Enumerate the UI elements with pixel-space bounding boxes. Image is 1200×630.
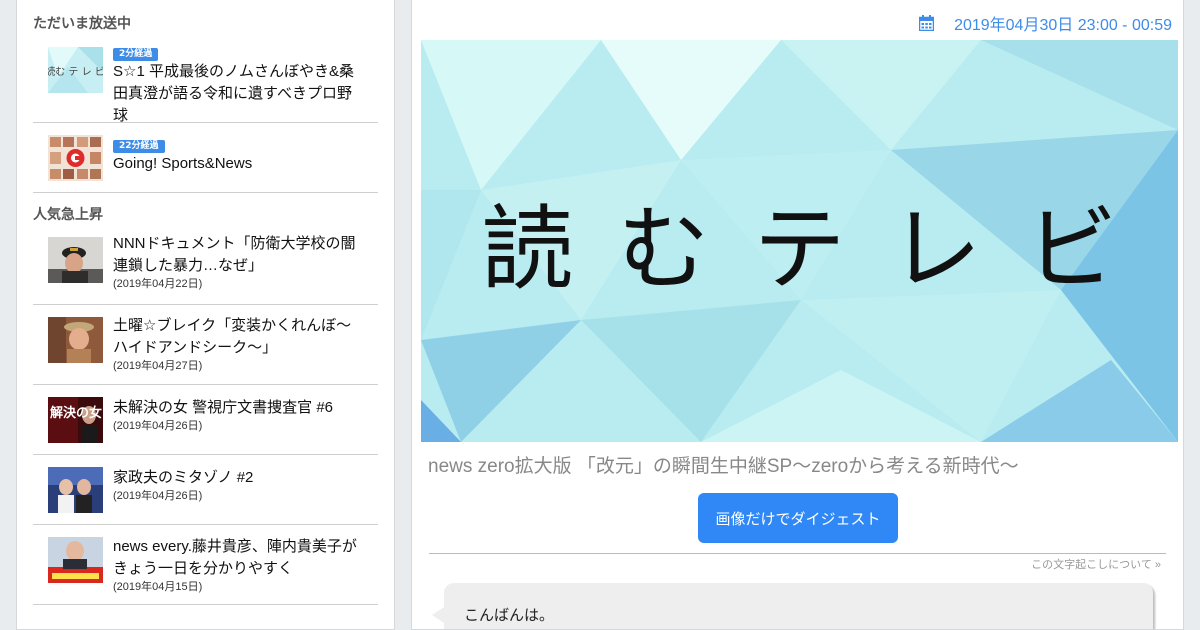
sidebar: ただいま放送中 読む テ レ ビ 2分経過 S☆1 平成最後のノムさんぼやき&桑… xyxy=(16,0,395,630)
logo-char: ビ xyxy=(1025,195,1118,303)
logo-char: む xyxy=(617,195,710,303)
trending-heading: 人気急上昇 xyxy=(33,207,103,223)
program-thumb xyxy=(48,467,103,513)
transcript-bubble: こんばんは。 xyxy=(432,583,1153,629)
digest-button[interactable]: 画像だけでダイジェスト xyxy=(698,493,898,543)
now-on-air-heading: ただいま放送中 xyxy=(33,16,131,32)
program-title: news zero拡大版 「改元」の瞬間生中継SP～zeroから考える新時代～ xyxy=(428,456,1019,477)
list-item[interactable]: 読む テ レ ビ 2分経過 S☆1 平成最後のノムさんぼやき&桑田真澄が語る令和… xyxy=(33,35,378,124)
main-panel: 2019年04月30日 23:00 - 00:59 読 む テ レ ビ news… xyxy=(411,0,1184,630)
program-thumb xyxy=(48,537,103,583)
item-date: (2019年04月26日) xyxy=(113,490,203,502)
item-title[interactable]: 家政夫のミタゾノ #2 xyxy=(113,467,360,489)
logo-char: テ xyxy=(753,195,846,303)
program-thumb xyxy=(48,237,103,283)
going-program-thumb xyxy=(48,135,103,181)
item-title[interactable]: 未解決の女 警視庁文書捜査官 #6 xyxy=(113,397,360,419)
item-date: (2019年04月27日) xyxy=(113,360,203,372)
list-item[interactable]: news every.藤井貴彦、陣内貴美子がきょう一日を分かりやすく (2019… xyxy=(33,525,378,605)
item-date: (2019年04月26日) xyxy=(113,420,203,432)
thumb-text: 解決の女 xyxy=(49,405,102,421)
about-transcript-link[interactable]: この文字起こしについて » xyxy=(1031,556,1161,572)
hero-logo: 読 む テ レ ビ xyxy=(421,40,1178,442)
calendar-icon xyxy=(919,15,935,31)
list-item[interactable]: 解決の女 未解決の女 警視庁文書捜査官 #6 (2019年04月26日) xyxy=(33,385,378,455)
hero-image: 読 む テ レ ビ xyxy=(421,40,1178,442)
item-date: (2019年04月15日) xyxy=(113,581,203,593)
transcript-text: こんばんは。 xyxy=(464,607,555,624)
list-item[interactable]: NNNドキュメント「防衛大学校の闇 連鎖した暴力…なぜ」 (2019年04月22… xyxy=(33,231,378,305)
divider xyxy=(429,553,1166,554)
program-thumb xyxy=(48,317,103,363)
logo-char: レ xyxy=(889,195,982,303)
list-item[interactable]: 22分経過 Going! Sports&News xyxy=(33,123,378,193)
elapsed-badge: 2分経過 xyxy=(113,48,159,61)
list-item[interactable]: 土曜☆ブレイク「変装かくれんぼ～ハイドアンドシーク～」 (2019年04月27日… xyxy=(33,305,378,385)
airtime: 2019年04月30日 23:00 - 00:59 xyxy=(919,12,1172,34)
elapsed-badge: 22分経過 xyxy=(113,140,165,153)
item-title[interactable]: news every.藤井貴彦、陣内貴美子がきょう一日を分かりやすく xyxy=(113,536,360,580)
list-item[interactable]: 家政夫のミタゾノ #2 (2019年04月26日) xyxy=(33,455,378,525)
item-date: (2019年04月22日) xyxy=(113,278,203,290)
item-title[interactable]: NNNドキュメント「防衛大学校の闇 連鎖した暴力…なぜ」 xyxy=(113,233,360,277)
logo-char: 読 xyxy=(481,195,574,303)
svg-text:読む テ レ ビ: 読む テ レ ビ xyxy=(48,65,103,78)
yomu-tv-logo-thumb: 読む テ レ ビ xyxy=(48,47,103,93)
item-title[interactable]: Going! Sports&News xyxy=(113,153,360,175)
airtime-text: 2019年04月30日 23:00 - 00:59 xyxy=(954,17,1172,34)
trending-list: NNNドキュメント「防衛大学校の闇 連鎖した暴力…なぜ」 (2019年04月22… xyxy=(33,231,378,605)
now-on-air-list: 読む テ レ ビ 2分経過 S☆1 平成最後のノムさんぼやき&桑田真澄が語る令和… xyxy=(33,35,378,193)
item-title[interactable]: S☆1 平成最後のノムさんぼやき&桑田真澄が語る令和に遺すべきプロ野球 xyxy=(113,61,360,127)
item-title[interactable]: 土曜☆ブレイク「変装かくれんぼ～ハイドアンドシーク～」 xyxy=(113,315,360,359)
program-thumb: 解決の女 xyxy=(48,397,103,443)
